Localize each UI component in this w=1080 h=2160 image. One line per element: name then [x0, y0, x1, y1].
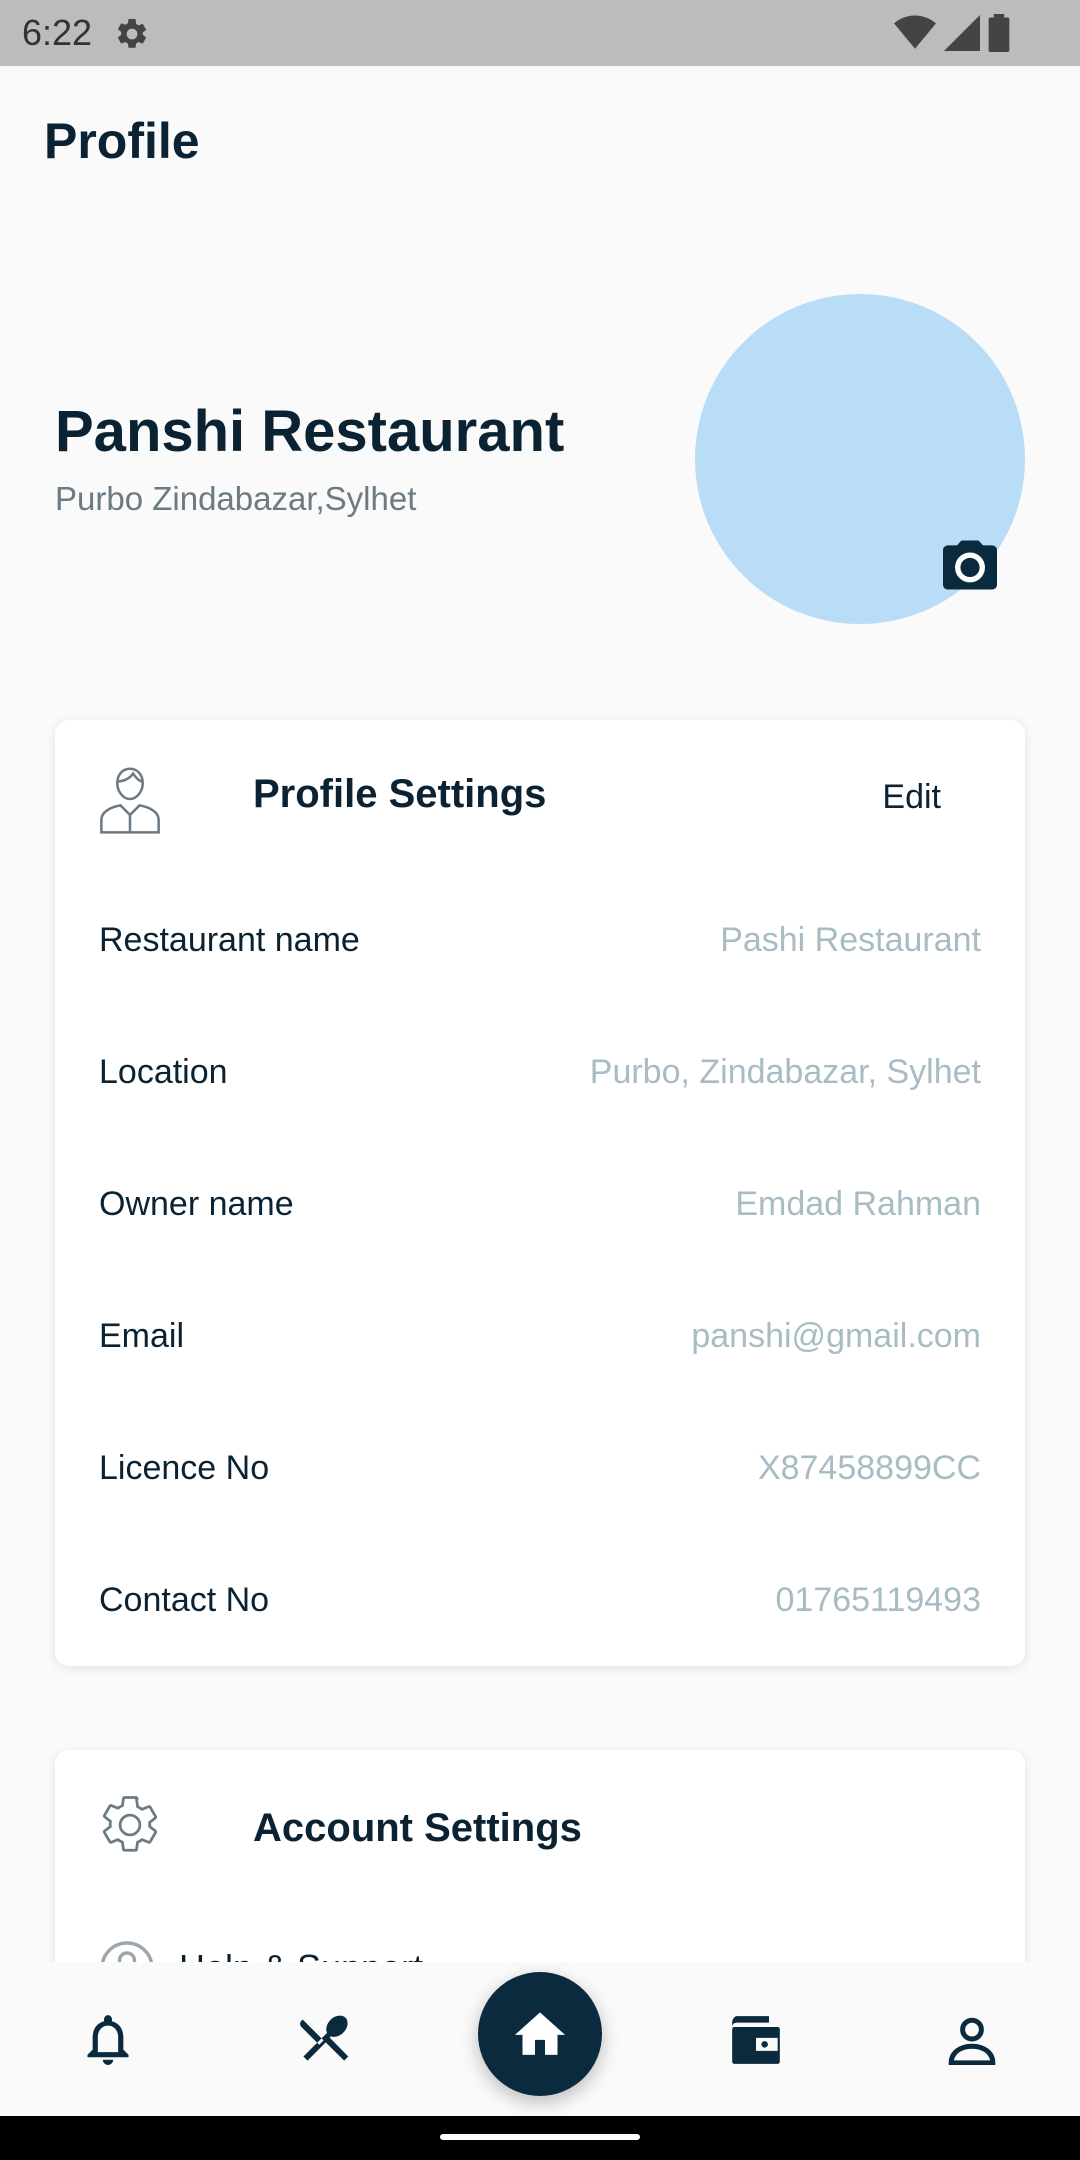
battery-icon — [988, 14, 1010, 52]
home-indicator[interactable] — [440, 2134, 640, 2140]
bottom-nav — [0, 1962, 1080, 2116]
field-location[interactable]: Location Purbo, Zindabazar, Sylhet — [99, 1042, 981, 1102]
field-value: 01765119493 — [775, 1580, 981, 1619]
account-settings-title: Account Settings — [253, 1806, 582, 1850]
gesture-bar — [0, 2116, 1080, 2160]
gear-icon — [117, 18, 147, 48]
camera-icon[interactable] — [940, 538, 1000, 592]
status-icons — [894, 14, 1010, 52]
field-licence-no[interactable]: Licence No X87458899CC — [99, 1438, 981, 1498]
nav-home[interactable] — [478, 1972, 602, 2096]
user-icon — [100, 767, 160, 834]
field-label: Location — [99, 1052, 228, 1091]
profile-settings-card: Profile Settings Edit Restaurant name Pa… — [55, 720, 1025, 1666]
edit-button[interactable]: Edit — [882, 778, 941, 817]
restaurant-address: Purbo Zindabazar,Sylhet — [55, 480, 417, 517]
profile-settings-title: Profile Settings — [253, 772, 547, 816]
field-label: Contact No — [99, 1580, 270, 1619]
field-restaurant-name[interactable]: Restaurant name Pashi Restaurant — [99, 910, 981, 970]
wifi-icon — [894, 15, 936, 49]
field-value: Emdad Rahman — [735, 1184, 981, 1223]
field-label: Email — [99, 1316, 185, 1355]
field-value: Purbo, Zindabazar, Sylhet — [589, 1052, 981, 1091]
nav-notifications[interactable] — [76, 2010, 140, 2070]
nav-wallet[interactable] — [724, 2010, 788, 2070]
field-value: Pashi Restaurant — [720, 920, 981, 959]
bell-icon — [87, 2015, 129, 2065]
gear-icon — [102, 1796, 158, 1852]
status-bar: 6:22 — [0, 0, 1080, 66]
status-time: 6:22 — [22, 12, 93, 53]
wallet-icon — [732, 2016, 780, 2064]
page-title: Profile — [44, 113, 200, 169]
utensils-icon — [300, 2015, 349, 2061]
nav-profile[interactable] — [940, 2010, 1004, 2070]
home-icon — [515, 2012, 565, 2055]
person-icon — [948, 2017, 996, 2065]
nav-menu[interactable] — [292, 2010, 356, 2070]
restaurant-name: Panshi Restaurant — [55, 399, 565, 464]
field-label: Licence No — [99, 1448, 270, 1487]
field-value: panshi@gmail.com — [691, 1316, 981, 1355]
signal-icon — [944, 15, 980, 51]
field-value: X87458899CC — [757, 1448, 981, 1487]
field-owner-name[interactable]: Owner name Emdad Rahman — [99, 1174, 981, 1234]
field-email[interactable]: Email panshi@gmail.com — [99, 1306, 981, 1366]
field-label: Owner name — [99, 1184, 294, 1223]
field-contact-no[interactable]: Contact No 01765119493 — [99, 1570, 981, 1630]
field-label: Restaurant name — [99, 920, 360, 959]
